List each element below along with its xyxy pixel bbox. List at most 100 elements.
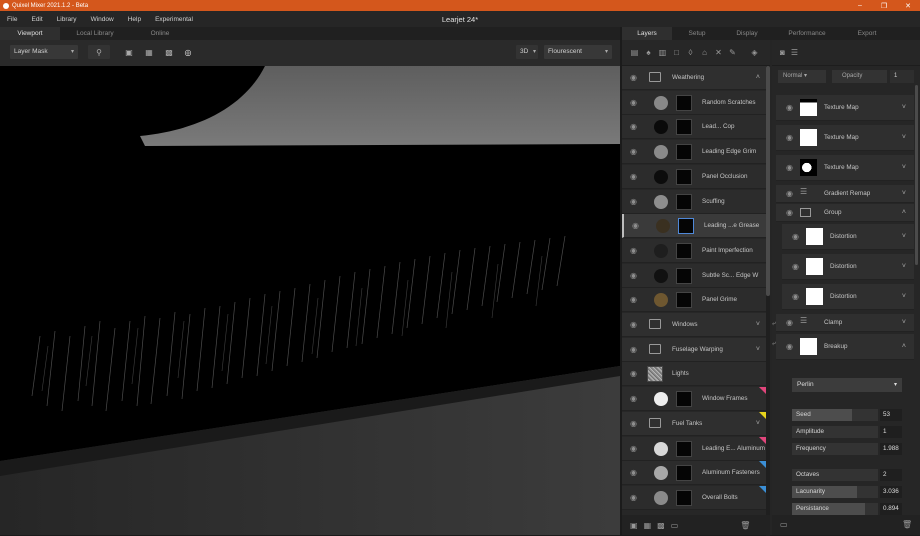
mask-stack-item[interactable]: ◉ Texture Map ˅ <box>776 155 914 181</box>
tab-setup[interactable]: Setup <box>672 27 722 40</box>
layer-row[interactable]: ◉ Fuel Tanks ˅ <box>622 411 766 436</box>
eye-icon[interactable]: ◉ <box>784 162 795 173</box>
chevron-down-icon[interactable]: ˅ <box>902 185 906 203</box>
param-value-input[interactable]: 53 <box>880 409 902 421</box>
mask-stack-item[interactable]: ◉ Distortion ˅ <box>782 254 914 280</box>
eye-icon[interactable]: ◉ <box>628 344 639 355</box>
chevron-down-icon[interactable]: ˅ <box>902 314 906 332</box>
layer-row[interactable]: ◉ Leading E... Aluminum <box>622 436 766 461</box>
solid-layer-icon[interactable]: ▥ <box>658 48 667 57</box>
eye-icon[interactable]: ◉ <box>784 102 795 113</box>
tab-performance[interactable]: Performance <box>772 27 842 40</box>
eye-icon[interactable]: ◉ <box>790 261 801 272</box>
eye-icon[interactable]: ◉ <box>628 368 639 379</box>
mask-stack-item[interactable]: ◉ Distortion ˅ <box>782 224 914 250</box>
mask-dropdown[interactable]: Layer Mask ▾ <box>10 45 78 59</box>
layer-mask-thumbnail[interactable] <box>676 168 692 185</box>
layer-row[interactable]: ◉ Leading ...e Grease <box>622 214 766 239</box>
3d-viewport[interactable] <box>0 66 620 535</box>
chevron-down-icon[interactable]: ˅ <box>902 125 906 151</box>
chevron-down-icon[interactable]: ˅ <box>902 224 906 250</box>
layer-row[interactable]: ◉ Leading Edge Grim <box>622 140 766 165</box>
layer-row[interactable]: ◉ Panel Occlusion <box>622 164 766 189</box>
tag-icon[interactable]: ⌂ <box>700 48 709 57</box>
add-folder-icon[interactable]: ▭ <box>780 520 788 529</box>
maximize-button[interactable]: ❐ <box>872 0 896 11</box>
eye-icon[interactable]: ◉ <box>628 171 639 182</box>
eye-icon[interactable]: ◉ <box>628 97 639 108</box>
tab-viewport[interactable]: Viewport <box>0 27 60 40</box>
mask-stack-item[interactable]: ◉ Texture Map ˅ <box>776 95 914 121</box>
link-icon[interactable]: ⤶ <box>772 340 776 348</box>
mask-stack-item[interactable]: ◉ ☰ Clamp ˅ <box>776 314 914 332</box>
add-folder-icon[interactable]: ▭ <box>671 521 679 530</box>
chevron-up-icon[interactable]: ˄ <box>902 204 906 222</box>
delete-layer-icon[interactable]: 🗑 <box>740 521 750 530</box>
layer-mask-thumbnail[interactable] <box>676 94 692 111</box>
chevron-down-icon[interactable]: ˅ <box>902 254 906 280</box>
settings-sliders-icon[interactable]: ☰ <box>791 48 798 57</box>
mask-stack-item[interactable]: ◉ ☰ Gradient Remap ˅ <box>776 185 914 203</box>
layers-scrollbar-thumb[interactable] <box>766 66 770 296</box>
eye-icon[interactable]: ◉ <box>784 341 795 352</box>
viewport-render[interactable] <box>0 66 620 535</box>
layer-row[interactable]: ◉ Windows ˅ <box>622 313 766 337</box>
tab-online[interactable]: Online <box>130 27 190 40</box>
delete-icon[interactable]: 🗑 <box>902 520 912 529</box>
tab-export[interactable]: Export <box>842 27 892 40</box>
eye-icon[interactable]: ◉ <box>628 467 639 478</box>
param-slider[interactable]: Octaves <box>792 469 878 481</box>
image-view-button[interactable]: ▣ <box>122 45 136 59</box>
eye-icon[interactable]: ◉ <box>784 207 795 218</box>
layer-mask-thumbnail[interactable] <box>676 144 692 161</box>
chevron-down-icon[interactable]: ˅ <box>902 284 906 310</box>
opacity-value[interactable]: 1 <box>890 70 914 83</box>
mask-stack-item[interactable]: ◉ Texture Map ˅ <box>776 125 914 151</box>
layer-row[interactable]: ◉ Random Scratches <box>622 90 766 115</box>
eye-icon[interactable]: ◉ <box>628 245 639 256</box>
menu-experimental[interactable]: Experimental <box>148 16 200 23</box>
chevron-down-icon[interactable]: ˅ <box>902 155 906 181</box>
mask-stack-item[interactable]: ◉ Group ˄ <box>776 204 914 222</box>
eye-icon[interactable]: ◉ <box>790 291 801 302</box>
chevron-down-icon[interactable]: ˅ <box>756 338 760 362</box>
eye-icon[interactable]: ◉ <box>628 443 639 454</box>
param-slider[interactable]: Seed <box>792 409 878 421</box>
eye-icon[interactable]: ◉ <box>628 492 639 503</box>
eye-icon[interactable]: ◉ <box>628 121 639 132</box>
menu-help[interactable]: Help <box>121 16 148 23</box>
layer-row[interactable]: ◉ Lead... Cop <box>622 115 766 140</box>
layer-mask-thumbnail[interactable] <box>676 391 692 408</box>
layer-row[interactable]: ◉ Aluminum Fasteners <box>622 461 766 486</box>
eye-icon[interactable]: ◉ <box>628 418 639 429</box>
layer-row[interactable]: ◉ Weathering ˄ <box>622 66 766 90</box>
layer-mask-thumbnail[interactable] <box>676 465 692 482</box>
eye-icon[interactable]: ◉ <box>784 132 795 143</box>
param-value-input[interactable]: 0.894 <box>880 503 902 515</box>
eye-icon[interactable]: ◉ <box>790 231 801 242</box>
mask-stack-item[interactable]: ◉ Distortion ˅ <box>782 284 914 310</box>
menu-file[interactable]: File <box>0 16 24 23</box>
chevron-up-icon[interactable]: ˄ <box>756 66 760 90</box>
blend-mode-dropdown[interactable]: Normal ▾ <box>778 70 826 83</box>
tab-layers[interactable]: Layers <box>622 27 672 40</box>
layer-props-icon[interactable]: ◙ <box>780 48 785 57</box>
minimize-button[interactable]: – <box>848 0 872 11</box>
menu-library[interactable]: Library <box>50 16 84 23</box>
lighting-dropdown[interactable]: Flourescent ▾ <box>544 45 612 59</box>
layer-mask-thumbnail[interactable] <box>676 489 692 506</box>
link-icon[interactable]: ⤶ <box>772 320 776 328</box>
eye-icon[interactable]: ◉ <box>628 146 639 157</box>
split-view-button[interactable]: ▦ <box>142 45 156 59</box>
layer-row[interactable]: ◉ Scuffing <box>622 189 766 214</box>
eye-icon[interactable]: ◉ <box>784 188 795 199</box>
tab-local-library[interactable]: Local Library <box>60 27 130 40</box>
drop-icon[interactable]: ◊ <box>686 48 695 57</box>
param-value-input[interactable]: 3.036 <box>880 486 902 498</box>
paint-layer-icon[interactable]: ♠ <box>644 48 653 57</box>
param-slider[interactable]: Persistance <box>792 503 878 515</box>
opacity-slider[interactable]: Opacity <box>832 70 887 83</box>
param-slider[interactable]: Frequency <box>792 443 878 455</box>
layer-row[interactable]: ◉ Overall Bolts <box>622 485 766 510</box>
menu-edit[interactable]: Edit <box>24 16 49 23</box>
